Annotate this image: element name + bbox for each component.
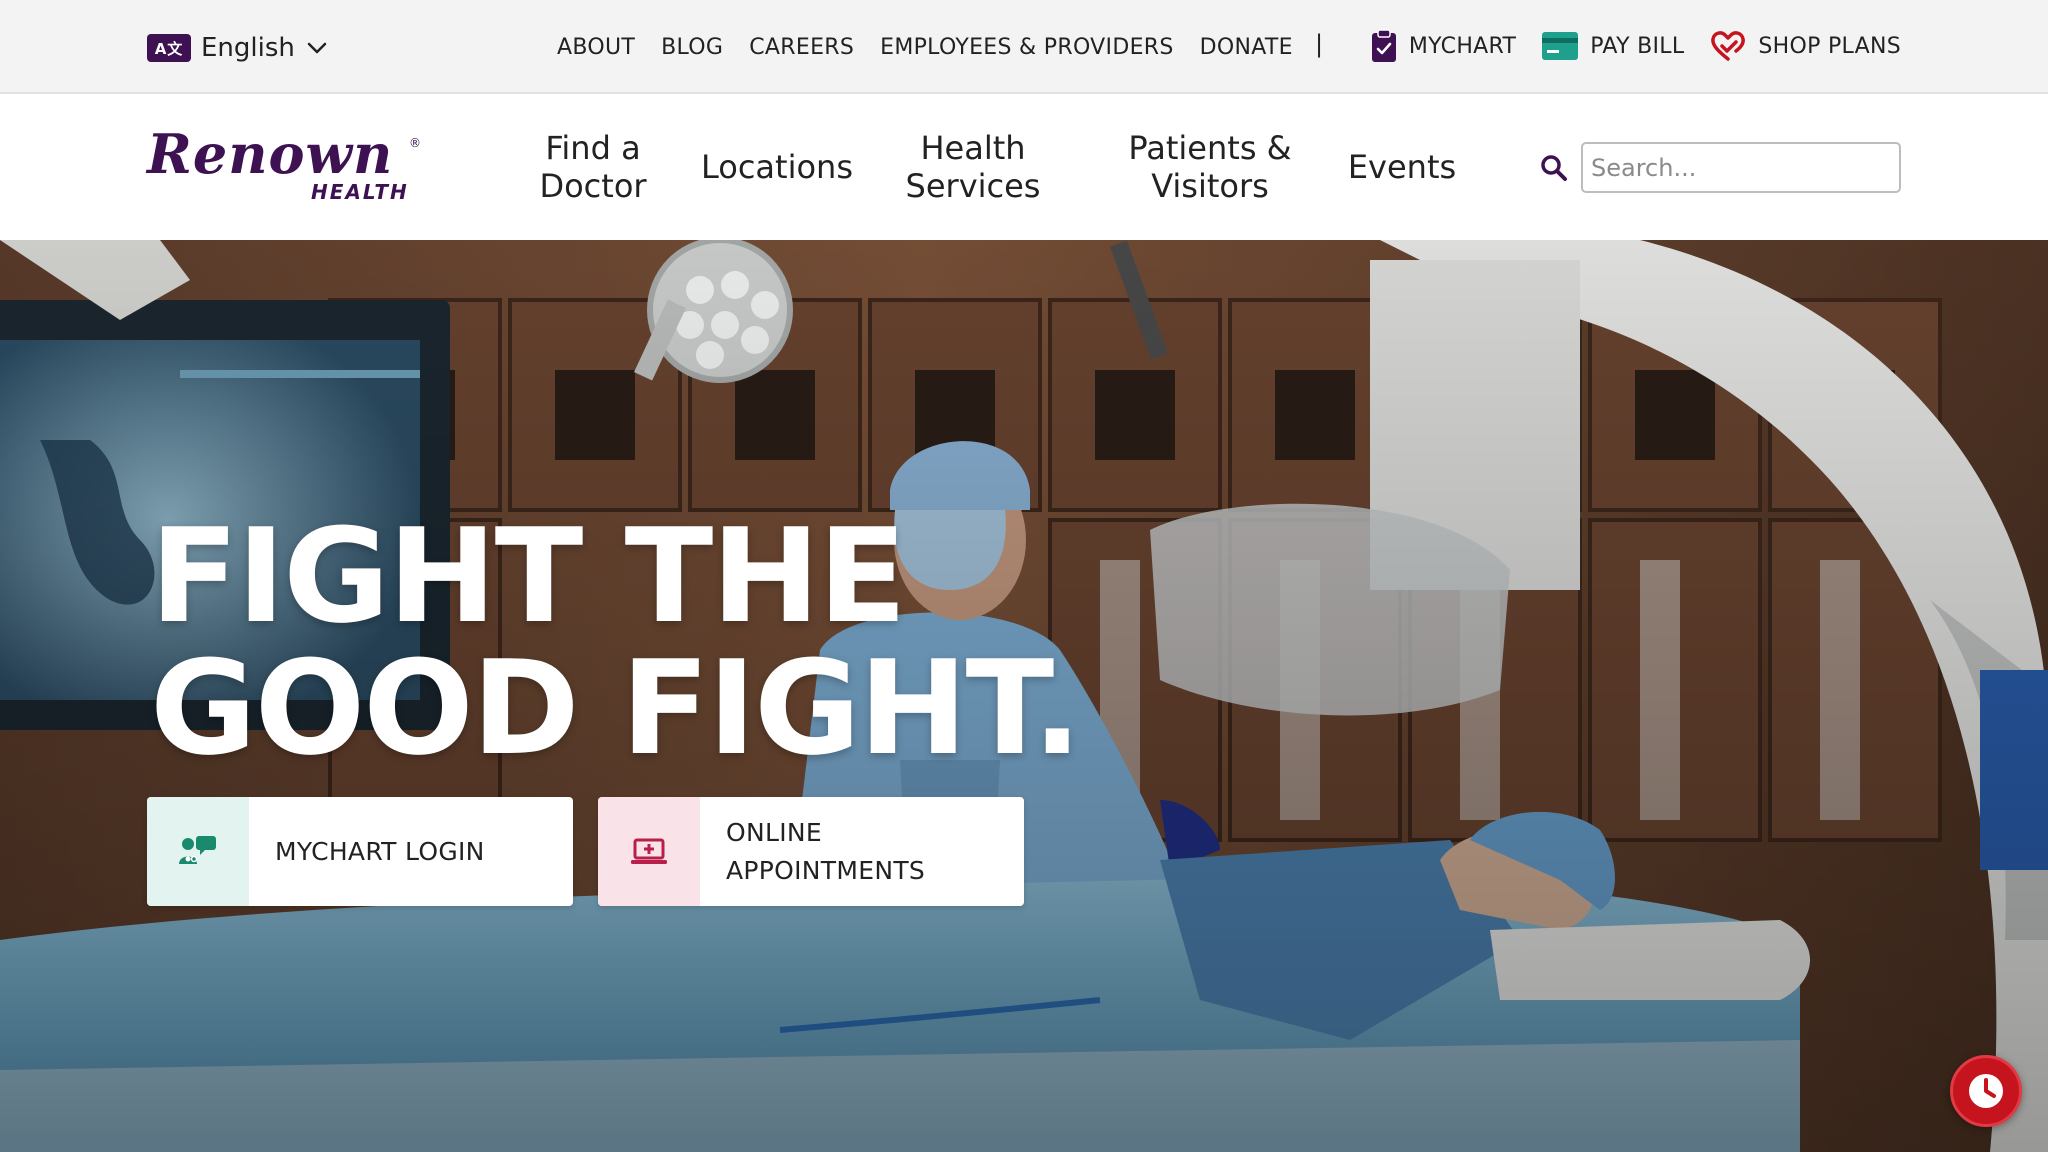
utility-bar: A文 English ABOUT BLOG CAREERS EMPLOYEES … <box>0 0 2048 94</box>
utility-separator: | <box>1315 30 1324 58</box>
online-appointments-label: ONLINE APPOINTMENTS <box>700 814 937 890</box>
nav-events-label: Events <box>1347 148 1457 186</box>
language-selector[interactable]: A文 English <box>147 30 329 66</box>
nav-locations-label: Locations <box>700 148 853 186</box>
renown-health-logo[interactable]: Renown ® HEALTH <box>147 122 427 208</box>
nav-health-services[interactable]: Health Services <box>900 94 1046 240</box>
utility-actions: MYCHART PAY BILL SHOP PLANS <box>1371 26 1901 66</box>
donate-link[interactable]: DONATE <box>1200 35 1293 60</box>
about-link[interactable]: ABOUT <box>557 35 635 60</box>
main-header: Renown ® HEALTH Find a Doctor Locations … <box>0 94 2048 240</box>
logo-registered-mark: ® <box>409 136 421 150</box>
online-appointments-line2: APPOINTMENTS <box>726 855 926 885</box>
search-input[interactable] <box>1581 142 1901 193</box>
heart-icon <box>1711 31 1746 61</box>
logo-wordmark: Renown <box>147 122 394 186</box>
mychart-login-label: MYCHART LOGIN <box>275 836 485 866</box>
mychart-link[interactable]: MYCHART <box>1371 29 1516 63</box>
pay-bill-link-label: PAY BILL <box>1590 33 1685 59</box>
credit-card-icon <box>1542 32 1579 60</box>
logo-subtitle: HEALTH <box>311 180 409 204</box>
mychart-login-button[interactable]: MYCHART LOGIN <box>147 797 573 906</box>
utility-links: ABOUT BLOG CAREERS EMPLOYEES & PROVIDERS… <box>557 28 1293 66</box>
careers-link[interactable]: CAREERS <box>749 35 854 60</box>
nav-find-a-doctor[interactable]: Find a Doctor <box>530 94 656 240</box>
chevron-down-icon <box>307 42 327 54</box>
hero-headline-line1: FIGHT THE <box>150 500 907 652</box>
mychart-link-label: MYCHART <box>1408 33 1517 59</box>
mychart-login-icon-box <box>147 797 249 906</box>
nav-health-services-line1: Health <box>920 129 1026 167</box>
clipboard-icon <box>1371 29 1396 62</box>
search-icon[interactable] <box>1540 154 1568 182</box>
laptop-plus-icon <box>631 838 667 864</box>
nav-find-a-doctor-line2: Doctor <box>539 167 647 205</box>
pay-bill-link[interactable]: PAY BILL <box>1542 32 1684 60</box>
shop-plans-link[interactable]: SHOP PLANS <box>1710 30 1901 62</box>
nav-health-services-line2: Services <box>905 167 1041 205</box>
nav-find-a-doctor-line1: Find a <box>545 129 641 167</box>
hero-headline: FIGHT THE GOOD FIGHT. <box>150 500 1082 784</box>
hero-banner: FIGHT THE GOOD FIGHT. MYCHART LOGIN ONLI… <box>0 240 2048 1152</box>
clock-icon <box>1969 1074 2003 1108</box>
online-appointments-line1: ONLINE <box>726 817 822 847</box>
nav-locations[interactable]: Locations <box>696 94 858 240</box>
nav-patients-visitors[interactable]: Patients & Visitors <box>1120 94 1300 240</box>
online-appointments-icon-box <box>598 797 700 906</box>
shop-plans-link-label: SHOP PLANS <box>1758 33 1901 59</box>
nav-events[interactable]: Events <box>1340 94 1464 240</box>
floating-clock-button[interactable] <box>1950 1055 2022 1127</box>
employees-providers-link[interactable]: EMPLOYEES & PROVIDERS <box>880 35 1174 60</box>
hero-headline-line2: GOOD FIGHT. <box>150 632 1082 784</box>
blog-link[interactable]: BLOG <box>661 35 723 60</box>
nav-patients-visitors-line2: Visitors <box>1151 167 1269 205</box>
translate-icon: A文 <box>147 34 191 62</box>
chat-users-icon <box>179 835 216 864</box>
online-appointments-button[interactable]: ONLINE APPOINTMENTS <box>598 797 1024 906</box>
language-label: English <box>201 33 295 63</box>
nav-patients-visitors-line1: Patients & <box>1128 129 1292 167</box>
